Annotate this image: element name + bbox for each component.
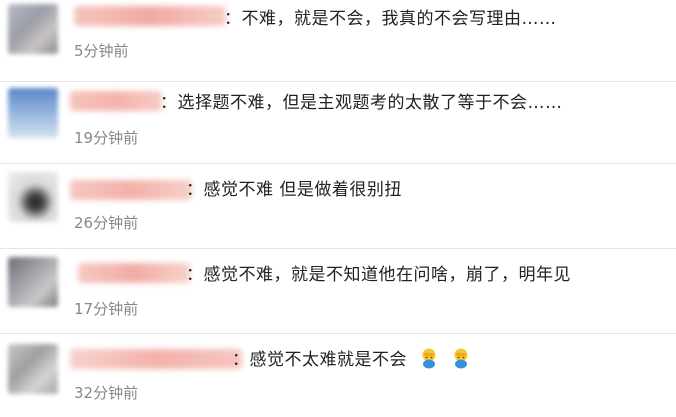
comment-text: ：不难，就是不会，我真的不会写理由…… (224, 9, 557, 29)
comment-item: ：感觉不难，就是不知道他在问啥，崩了，明年见 17分钟前 (0, 249, 676, 334)
avatar[interactable] (8, 344, 58, 394)
comment-time: 19分钟前 (74, 129, 139, 147)
facepalm-emoji-icon (454, 348, 468, 369)
comment-item: ：感觉不太难就是不会 32分钟前 (0, 334, 676, 417)
avatar[interactable] (8, 257, 58, 307)
username-blurred[interactable] (78, 263, 190, 283)
comment-item: ：选择题不难，但是主观题考的太散了等于不会…… 19分钟前 (0, 82, 676, 164)
comment-text: ：选择题不难，但是主观题考的太散了等于不会…… (160, 93, 563, 113)
comment-text: ：感觉不太难就是不会 (232, 347, 471, 371)
comment-time: 26分钟前 (74, 214, 139, 232)
comment-item: ：感觉不难 但是做着很别扭 26分钟前 (0, 164, 676, 249)
comment-time: 17分钟前 (74, 300, 139, 318)
comment-item: ：不难，就是不会，我真的不会写理由…… 5分钟前 (0, 0, 676, 82)
comment-text-content: ：感觉不太难就是不会 (232, 350, 407, 370)
username-blurred[interactable] (74, 6, 226, 26)
username-blurred[interactable] (70, 349, 242, 369)
avatar[interactable] (8, 88, 58, 138)
comment-time: 32分钟前 (74, 384, 139, 402)
avatar[interactable] (8, 4, 58, 54)
comment-text: ：感觉不难，就是不知道他在问啥，崩了，明年见 (186, 265, 571, 285)
facepalm-emoji-icon (422, 348, 436, 369)
avatar[interactable] (8, 172, 58, 222)
username-blurred[interactable] (70, 91, 162, 111)
comment-text: ：感觉不难 但是做着很别扭 (186, 180, 402, 200)
comment-time: 5分钟前 (74, 42, 129, 60)
username-blurred[interactable] (70, 180, 192, 200)
